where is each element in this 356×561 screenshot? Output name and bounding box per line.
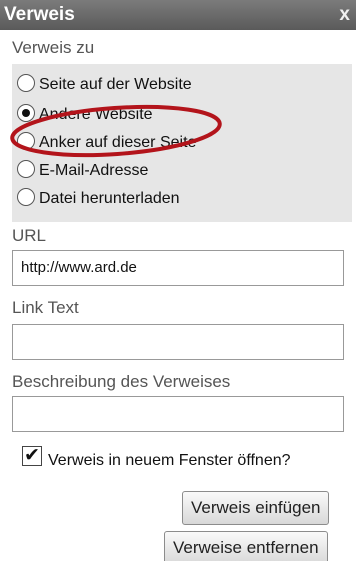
dialog-title: Verweis bbox=[4, 4, 75, 25]
link-to-label: Verweis zu bbox=[12, 38, 95, 57]
remove-links-button[interactable]: Verweise entfernen bbox=[164, 531, 328, 561]
link-text-label: Link Text bbox=[12, 298, 79, 317]
url-label: URL bbox=[12, 226, 47, 245]
insert-link-button[interactable]: Verweis einfügen bbox=[182, 491, 330, 525]
link-type-radio-group: Seite auf der Website Andere Website Ank… bbox=[12, 64, 352, 222]
radio-button-checked-icon[interactable] bbox=[17, 104, 35, 122]
new-window-checkbox[interactable]: ✔ bbox=[22, 445, 42, 466]
radio-button-icon[interactable] bbox=[17, 132, 35, 150]
description-input[interactable] bbox=[12, 396, 344, 432]
close-icon[interactable]: x bbox=[339, 4, 350, 26]
radio-button-icon[interactable] bbox=[17, 160, 35, 178]
radio-button-icon[interactable] bbox=[17, 188, 35, 206]
new-window-label: Verweis in neuem Fenster öffnen? bbox=[48, 452, 291, 469]
link-text-input[interactable] bbox=[12, 324, 344, 360]
dialog-titlebar: Verweis x bbox=[0, 0, 356, 30]
checkmark-icon: ✔ bbox=[24, 445, 40, 466]
url-input[interactable]: http://www.ard.de bbox=[12, 250, 344, 286]
description-label: Beschreibung des Verweises bbox=[12, 372, 231, 391]
radio-button-icon[interactable] bbox=[17, 74, 35, 92]
